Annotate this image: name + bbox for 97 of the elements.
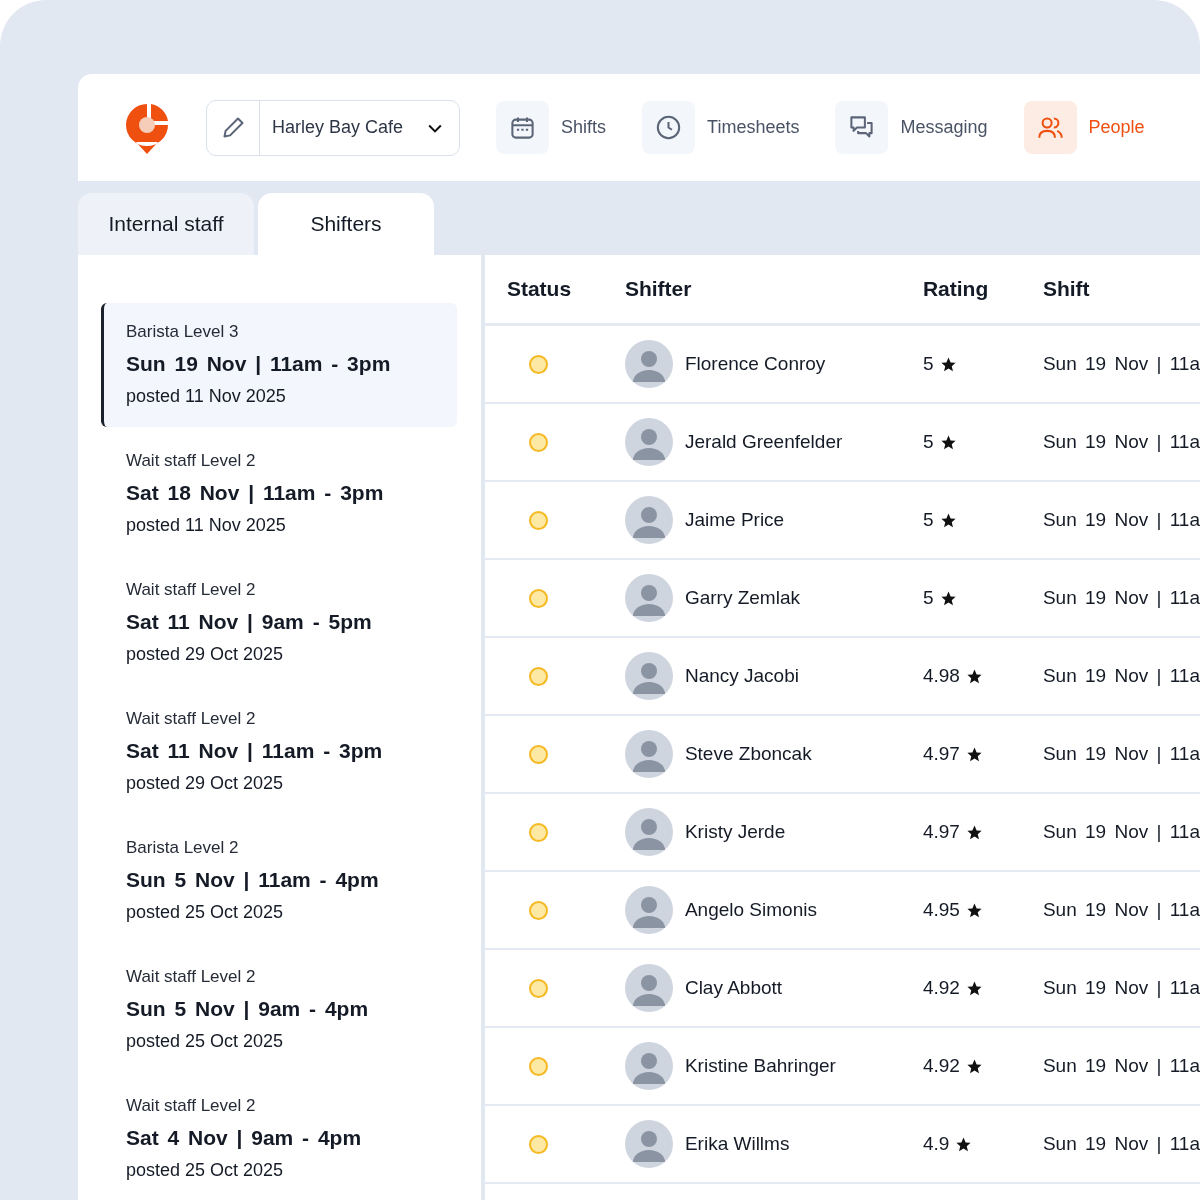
posted-date: posted 25 Oct 2025 — [126, 901, 284, 923]
avatar-icon — [624, 496, 673, 544]
shifter-name: Jaime Price — [684, 509, 785, 531]
nav-item[interactable]: Timesheets — [642, 101, 800, 154]
shift-role: Wait staff Level 2 — [126, 709, 256, 729]
avatar-icon — [624, 886, 673, 934]
star-icon — [939, 433, 957, 451]
shift-datetime: Sun 19 Nov | 11a — [1042, 977, 1200, 999]
posted-date: posted 25 Oct 2025 — [126, 1030, 284, 1052]
shifter-name: Kristy Jerde — [684, 821, 786, 843]
shift-role: Wait staff Level 2 — [126, 966, 256, 987]
star-icon — [965, 979, 983, 997]
star-icon — [965, 745, 983, 763]
shift-datetime: Sun 19 Nov | 11a — [1042, 743, 1200, 765]
shift-datetime: Sun 19 Nov | 11a — [1042, 665, 1200, 687]
shift-role: Wait staff Level 2 — [126, 451, 256, 472]
shift-datetime: Sun 19 Nov | 11a — [1042, 587, 1200, 609]
shift-role: Wait staff Level 2 — [126, 1095, 256, 1116]
star-icon — [965, 901, 983, 919]
star-icon — [955, 1135, 973, 1153]
rating-value: 5 — [922, 587, 934, 609]
shift-datetime: Sun 19 Nov | 11am - 3pm — [126, 352, 391, 377]
column-header: Shift — [1042, 277, 1091, 301]
rating-value: 4.97 — [922, 743, 960, 765]
avatar-icon — [624, 652, 673, 700]
nav-item[interactable]: Shifts — [496, 101, 607, 154]
shifter-name: Nancy Jacobi — [684, 665, 799, 687]
shifter-name: Florence Conroy — [684, 353, 826, 375]
shift-datetime: Sun 19 Nov | 11a — [1042, 509, 1200, 531]
avatar-icon — [624, 340, 673, 388]
rating-value: 5 — [922, 509, 934, 531]
shifter-name: Steve Zboncak — [684, 743, 812, 765]
shift-list-item[interactable]: Wait staff Level 2 Sat 11 Nov | 11am - 3pm posted 29 Oct 2025 — [101, 689, 457, 814]
shift-datetime: Sun 19 Nov | 11a — [1042, 899, 1200, 921]
column-header: Status — [505, 277, 573, 301]
venue-selector[interactable]: Harley Bay Cafe — [206, 99, 461, 156]
shifter-name: Jerald Greenfelder — [684, 431, 843, 453]
star-icon — [965, 667, 983, 685]
shift-datetime: Sun 19 Nov | 11a — [1042, 431, 1200, 453]
rating-value: 4.92 — [922, 1055, 960, 1077]
shift-datetime: Sun 5 Nov | 9am - 4pm — [126, 996, 369, 1021]
star-icon — [965, 1057, 983, 1075]
shift-datetime: Sun 19 Nov | 11a — [1042, 821, 1200, 843]
shift-datetime: Sun 19 Nov | 11a — [1042, 1055, 1200, 1077]
star-icon — [965, 823, 983, 841]
shift-list-item[interactable]: Wait staff Level 2 Sat 11 Nov | 9am - 5pm posted 29 Oct 2025 — [101, 560, 457, 685]
tab[interactable]: Internal staff — [78, 193, 254, 255]
posted-date: posted 11 Nov 2025 — [126, 515, 286, 537]
shift-list-item[interactable]: Wait staff Level 2 Sat 4 Nov | 9am - 4pm posted 25 Oct 2025 — [101, 1076, 457, 1200]
shift-list-item[interactable]: Barista Level 3 Sun 19 Nov | 11am - 3pm posted 11 Nov 2025 — [101, 303, 457, 427]
shifter-name: Erika Willms — [684, 1133, 790, 1155]
posted-date: posted 29 Oct 2025 — [126, 644, 284, 666]
avatar-icon — [624, 730, 673, 778]
shifter-name: Garry Zemlak — [684, 587, 800, 609]
shift-datetime: Sun 5 Nov | 11am - 4pm — [126, 867, 379, 892]
avatar-icon — [624, 964, 673, 1012]
posted-date: posted 25 Oct 2025 — [126, 1159, 284, 1181]
avatar-icon — [624, 1120, 673, 1168]
nav-item[interactable]: People — [1023, 101, 1145, 154]
avatar-icon — [624, 418, 673, 466]
shift-datetime: Sat 4 Nov | 9am - 4pm — [126, 1125, 362, 1150]
column-header: Shifter — [624, 277, 693, 301]
shifter-name: Clay Abbott — [684, 977, 783, 999]
posted-date: posted 29 Oct 2025 — [126, 773, 284, 794]
shift-datetime: Sat 18 Nov | 11am - 3pm — [126, 481, 384, 506]
nav-item[interactable]: Messaging — [835, 101, 988, 154]
shift-datetime: Sat 11 Nov | 9am - 5pm — [126, 610, 372, 635]
clock-icon — [655, 114, 683, 141]
shift-datetime: Sun 19 Nov | 11a — [1042, 1133, 1200, 1155]
avatar-icon — [624, 808, 673, 856]
shift-list-item[interactable]: Barista Level 2 Sun 5 Nov | 11am - 4pm posted 25 Oct 2025 — [101, 818, 457, 943]
shift-datetime: Sat 11 Nov | 11am - 3pm — [126, 739, 383, 763]
star-icon — [939, 589, 957, 607]
shift-list-item[interactable]: Wait staff Level 2 Sat 18 Nov | 11am - 3pm posted 11 Nov 2025 — [101, 431, 457, 556]
shifter-name: Kristine Bahringer — [684, 1055, 836, 1077]
rating-value: 4.9 — [922, 1133, 950, 1155]
star-icon — [939, 355, 957, 373]
avatar-icon — [624, 1042, 673, 1090]
rating-value: 4.95 — [922, 899, 960, 921]
shift-role: Wait staff Level 2 — [126, 580, 256, 601]
shift-role: Barista Level 2 — [126, 837, 239, 858]
shift-list-item[interactable]: Wait staff Level 2 Sun 5 Nov | 9am - 4pm posted 25 Oct 2025 — [101, 947, 457, 1072]
calendar-icon — [509, 114, 537, 141]
tab[interactable]: Shifters — [258, 193, 434, 255]
shifter-name: Angelo Simonis — [684, 899, 817, 921]
rating-value: 4.97 — [922, 821, 960, 843]
shift-datetime: Sun 19 Nov | 11a — [1042, 353, 1200, 375]
rating-value: 5 — [922, 431, 934, 453]
rating-value: 4.92 — [922, 977, 960, 999]
chat-bubbles-icon — [848, 114, 876, 141]
rating-value: 4.98 — [922, 665, 960, 687]
avatar-icon — [624, 574, 673, 622]
shift-role: Barista Level 3 — [126, 322, 239, 343]
posted-date: posted 11 Nov 2025 — [126, 386, 286, 408]
rating-value: 5 — [922, 353, 934, 375]
star-icon — [939, 511, 957, 529]
column-header: Rating — [922, 277, 990, 301]
